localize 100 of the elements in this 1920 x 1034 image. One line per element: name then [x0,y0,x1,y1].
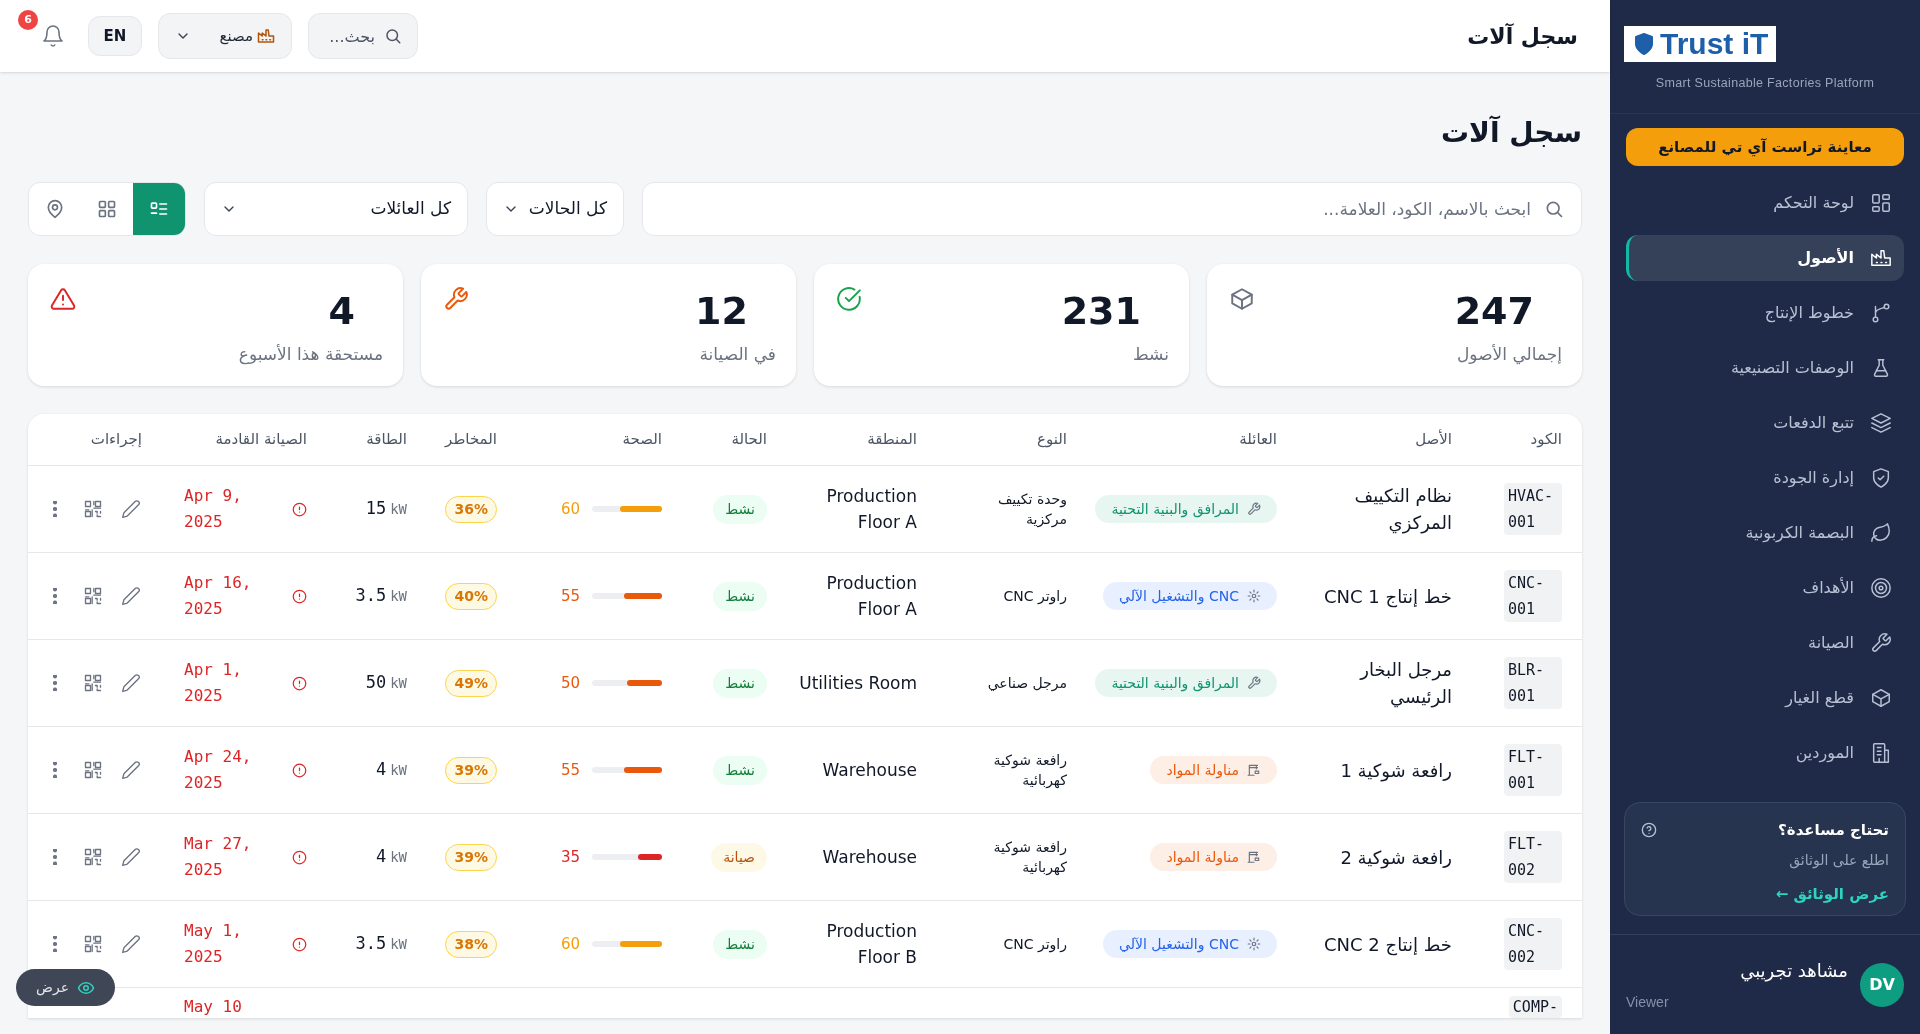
target-icon [1870,576,1892,599]
edit-button[interactable] [120,498,142,520]
qr-code-button[interactable] [82,933,104,955]
pencil-icon [121,760,141,780]
nav-item[interactable]: خطوط الإنتاج [1626,289,1904,336]
view-list-button[interactable] [133,183,185,235]
column-header: الأصل [1414,428,1452,451]
column-header: الصحة [621,429,662,451]
factory-select[interactable]: مصنع [158,13,292,59]
wrench-icon [443,286,469,312]
wrench-icon [1247,676,1261,690]
qr-code-button[interactable] [82,672,104,694]
family-badge: مناولة المواد [1150,843,1277,871]
maintenance-date: Apr 24, 2025 [184,746,253,794]
asset-code: BLR-001 [1504,657,1562,709]
search-icon [384,27,402,45]
asset-code: FLT-001 [1504,744,1562,796]
nav-item[interactable]: إدارة الجودة [1626,454,1904,501]
nav-item[interactable]: الأصول [1626,234,1904,281]
factory-label: مصنع [219,25,253,47]
risk-badge: 40% [445,582,497,610]
status-badge: نشط [713,494,767,524]
building-icon [1870,741,1892,764]
asset-type: راوتر CNC [1002,587,1067,606]
power-unit: kW [390,587,407,607]
alert-icon [292,588,307,604]
column-header: المنطقة [866,429,917,451]
family-badge: مناولة المواد [1150,756,1277,784]
power-value: 3.5 [355,932,387,956]
status-badge: صيانة [711,842,767,872]
asset-code: COMP- [1508,996,1562,1018]
language-button[interactable]: EN [88,16,142,56]
shield-check-icon [1870,466,1892,489]
health-bar [592,767,662,773]
qr-code-button[interactable] [82,759,104,781]
edit-button[interactable] [120,846,142,868]
risk-badge: 39% [445,756,497,784]
health-bar [592,506,662,512]
asset-code: HVAC-001 [1504,483,1562,535]
gear-icon [1247,937,1261,951]
edit-button[interactable] [120,759,142,781]
search-field[interactable]: بحث... [308,13,418,59]
search-icon [1544,199,1564,219]
asset-zone: Production Floor A [825,485,917,534]
nav-item[interactable]: لوحة التحكم [1626,179,1904,226]
nav-item[interactable]: الصيانة [1626,619,1904,666]
qr-code-button[interactable] [82,585,104,607]
power-value: 4 [375,845,387,869]
docs-link[interactable]: عرض الوثائق ← [1641,882,1889,905]
edit-button[interactable] [120,933,142,955]
stat-label: إجمالي الأصول [1456,343,1562,367]
column-header: الكود [1529,429,1562,451]
status-badge: نشط [713,929,767,959]
status-select[interactable]: كل الحالات [486,182,624,236]
qr-code-button[interactable] [82,498,104,520]
family-badge: CNC والتشغيل الآلي [1103,930,1277,958]
nav-item[interactable]: الأهداف [1626,564,1904,611]
column-header: العائلة [1238,429,1277,451]
preview-button[interactable]: معاينة تراست آي تي للمصانع [1626,127,1904,166]
health-bar [592,680,662,686]
power-unit: kW [390,935,407,955]
qr-code-icon [83,934,103,954]
alert-icon [292,762,307,778]
asset-type: رافعة شوكية كهربائية [992,751,1067,790]
nav-item[interactable]: قطع الغيار [1626,674,1904,721]
power-value: 15 [365,497,387,521]
risk-badge: 39% [445,843,497,871]
health-value: 35 [560,846,580,868]
status-badge: نشط [713,668,767,698]
box-icon [1229,286,1255,312]
help-title: تحتاج مساعدة؟ [1778,820,1889,841]
health-bar [592,941,662,947]
wrench-icon [1870,631,1892,654]
nav-item[interactable]: الموردين [1626,729,1904,776]
qr-code-button[interactable] [82,846,104,868]
health-value: 60 [560,933,580,955]
column-header: المخاطر [443,429,497,451]
nav-item[interactable]: الوصفات التصنيعية [1626,344,1904,391]
view-button[interactable]: عرض [16,969,115,1006]
edit-button[interactable] [120,585,142,607]
column-header: الصيانة القادمة [214,429,307,451]
qr-code-icon [83,760,103,780]
asset-search-field[interactable]: ابحث بالاسم، الكود، العلامة... [642,182,1582,236]
user-name: مشاهد تجريبي [1739,958,1848,984]
family-select[interactable]: كل العائلات [204,182,468,236]
notification-badge: 6 [18,10,38,30]
nav-item[interactable]: البصمة الكربونية [1626,509,1904,556]
power-value: 4 [375,758,387,782]
nav-item[interactable]: تتبع الدفعات [1626,399,1904,446]
edit-button[interactable] [120,672,142,694]
maintenance-date: Apr 9, 2025 [184,485,243,533]
health-value: 50 [560,672,580,694]
status-select-label: كل الحالات [528,197,607,221]
alert-icon [292,936,307,952]
page-title: سجل آلات [1467,22,1578,51]
leaf-icon [1870,521,1892,544]
asset-zone: Utilities Room [798,672,917,695]
asset-name: رافعة شوكية 1 [1339,758,1452,784]
crane-icon [1247,850,1261,864]
qr-code-icon [83,586,103,606]
